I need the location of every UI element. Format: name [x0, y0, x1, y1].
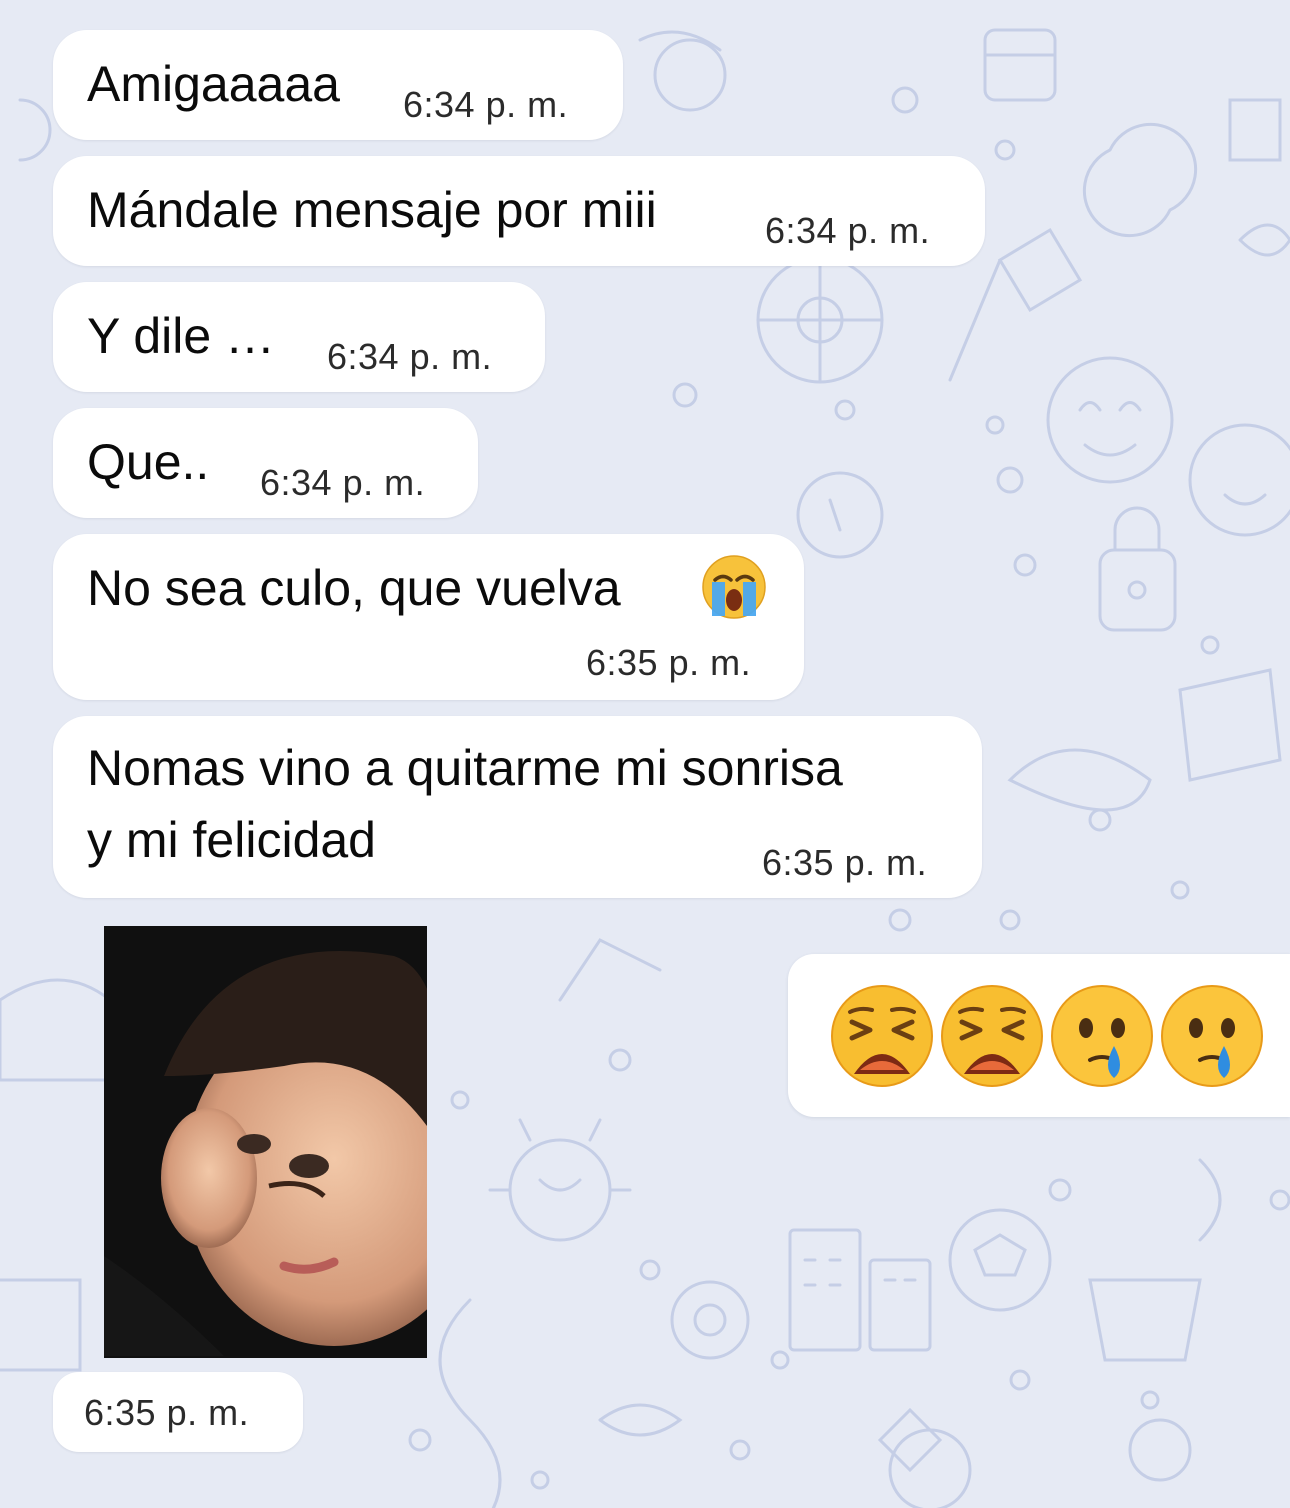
reaction-picker	[788, 954, 1290, 1117]
message-bubble[interactable]: Nomas vino a quitarme mi sonrisa y mi fe…	[53, 716, 982, 898]
face-holding-back-tears-icon[interactable]	[1160, 984, 1264, 1088]
message-text: Y dile …	[87, 308, 276, 364]
message-text: Que..	[87, 434, 210, 490]
photo-crying-baby-icon	[104, 926, 427, 1358]
message-text-line: Nomas vino a quitarme mi sonrisa	[87, 740, 843, 796]
message-text-line: y mi felicidad	[87, 812, 376, 868]
message-bubble[interactable]: Amigaaaaa 6:34 p. m.	[53, 30, 623, 140]
tired-face-icon[interactable]	[830, 984, 934, 1088]
message-bubble[interactable]: No sea culo, que vuelva 6:35 p. m.	[53, 534, 804, 700]
message-timestamp: 6:34 p. m.	[327, 336, 493, 377]
message-timestamp: 6:35 p. m.	[84, 1392, 250, 1433]
message-text: Mándale mensaje por miii	[87, 182, 657, 238]
message-timestamp: 6:35 p. m.	[586, 642, 752, 683]
message-timestamp: 6:34 p. m.	[765, 210, 931, 251]
message-bubble[interactable]: Mándale mensaje por miii 6:34 p. m.	[53, 156, 985, 266]
message-timestamp: 6:35 p. m.	[762, 842, 928, 883]
message-bubble[interactable]: Que.. 6:34 p. m.	[53, 408, 478, 518]
photo-message-image[interactable]	[104, 926, 427, 1358]
message-text: No sea culo, que vuelva	[87, 560, 621, 616]
photo-timestamp-bubble: 6:35 p. m.	[53, 1372, 303, 1452]
message-timestamp: 6:34 p. m.	[403, 84, 569, 125]
message-timestamp: 6:34 p. m.	[260, 462, 426, 503]
message-bubble[interactable]: Y dile … 6:34 p. m.	[53, 282, 545, 392]
loudly-crying-face-icon	[702, 555, 766, 619]
tired-face-icon[interactable]	[940, 984, 1044, 1088]
message-text: Amigaaaaa	[87, 56, 340, 112]
face-holding-back-tears-icon[interactable]	[1050, 984, 1154, 1088]
